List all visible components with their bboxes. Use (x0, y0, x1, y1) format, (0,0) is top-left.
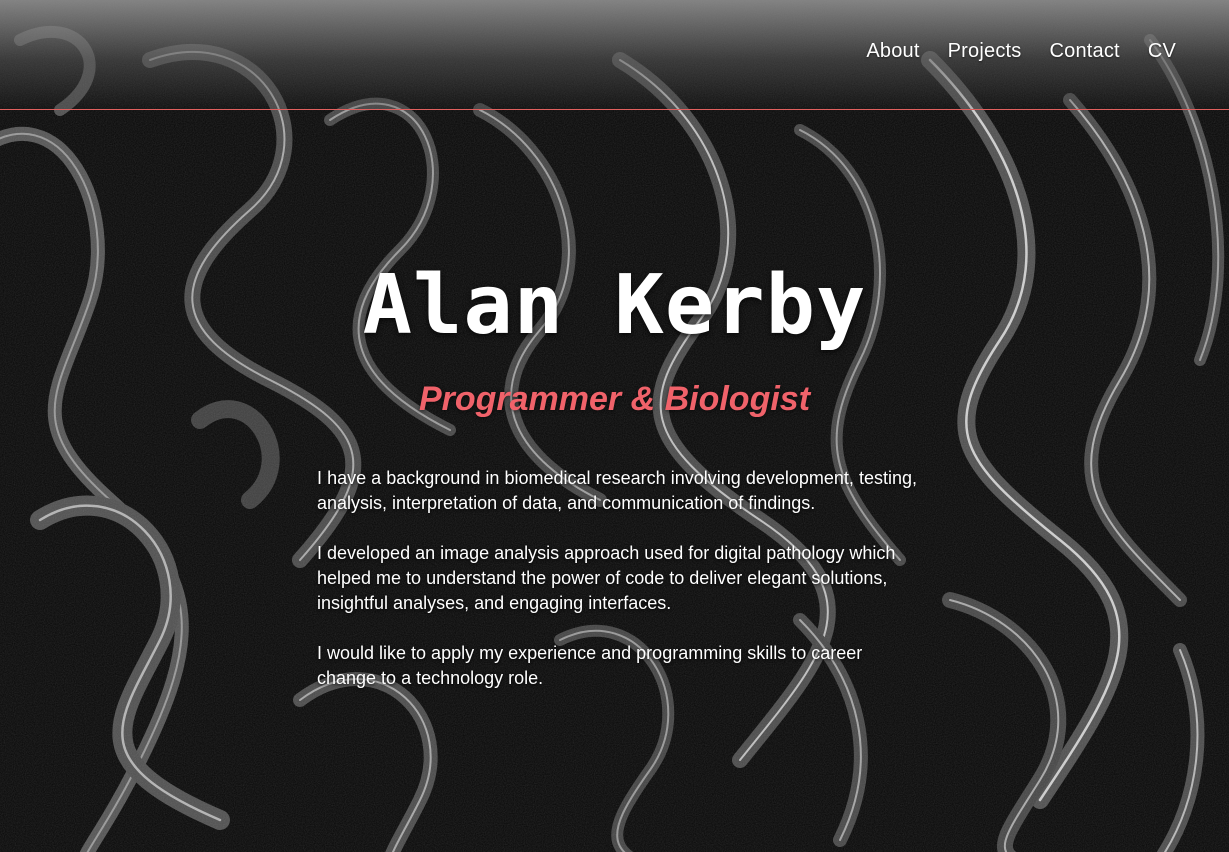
bio-paragraph: I would like to apply my experience and … (317, 643, 863, 688)
page: About Projects Contact CV Alan Kerby Pro… (0, 0, 1229, 852)
main-nav: About Projects Contact CV (866, 40, 1176, 63)
bio-section: I have a background in biomedical resear… (317, 466, 917, 716)
hero-name: Alan Kerby (362, 258, 867, 353)
bio-paragraph: I have a background in biomedical resear… (317, 468, 917, 513)
site-header: About Projects Contact CV (0, 0, 1229, 110)
nav-projects-link[interactable]: Projects (948, 40, 1022, 63)
hero-tagline: Programmer & Biologist (418, 380, 811, 418)
tissue-background-image (0, 0, 1229, 852)
nav-cv-link[interactable]: CV (1148, 40, 1176, 63)
bio-paragraph: I developed an image analysis approach u… (317, 543, 896, 613)
nav-contact-link[interactable]: Contact (1049, 40, 1119, 63)
nav-about-link[interactable]: About (866, 40, 919, 63)
